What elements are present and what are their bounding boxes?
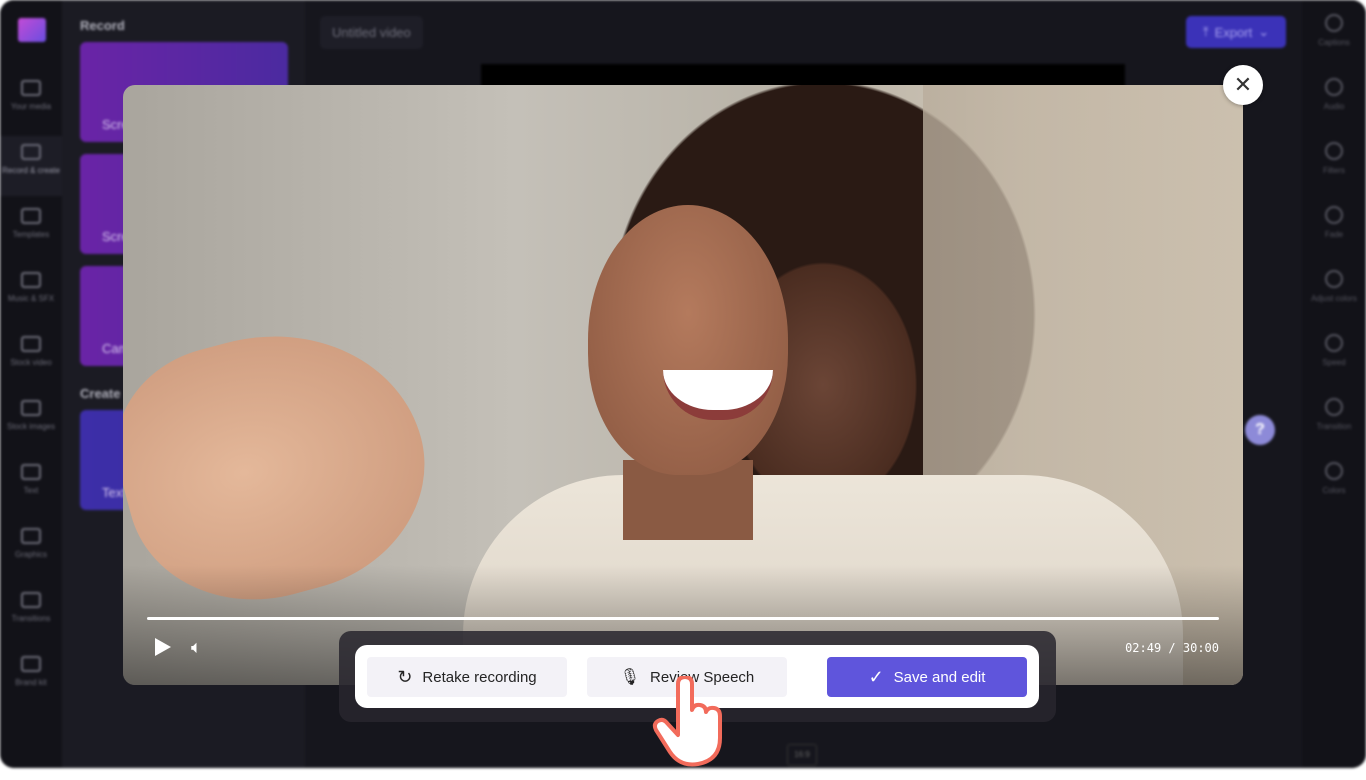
music-icon	[21, 272, 41, 288]
sidebar-item-label: Templates	[12, 230, 50, 239]
hand-pointer-cursor-icon	[652, 676, 722, 767]
image-icon	[21, 400, 41, 416]
sidebar-item-label: Text	[23, 486, 39, 495]
sidebar-item-label: Your media	[10, 102, 52, 111]
sidebar-item-stock-video[interactable]: Stock video	[0, 328, 62, 388]
right-rail-label: Colors	[1322, 486, 1346, 495]
right-properties-rail: Captions Audio Filters Fade Adjust colors Spe…	[1302, 0, 1366, 768]
right-rail-label: Fade	[1324, 230, 1344, 239]
playback-progress-bar[interactable]	[147, 617, 1219, 620]
sidebar-item-transitions[interactable]: Transitions	[0, 584, 62, 644]
right-rail-transition[interactable]: Transition	[1302, 398, 1366, 431]
playback-time: 02:49 / 30:00	[1125, 641, 1219, 655]
sidebar-item-record-create[interactable]: Record & create	[0, 136, 62, 196]
sidebar-item-label: Brand kit	[15, 678, 47, 687]
sidebar-item-graphics[interactable]: Graphics	[0, 520, 62, 580]
right-rail-fade[interactable]: Fade	[1302, 206, 1366, 239]
filters-icon	[1325, 142, 1343, 160]
export-button[interactable]: ⤒ Export ⌄	[1186, 16, 1286, 48]
sidebar-item-label: Music & SFX	[7, 294, 55, 303]
help-button[interactable]: ?	[1245, 415, 1275, 445]
right-rail-colors[interactable]: Colors	[1302, 462, 1366, 495]
sidebar-item-brand-kit[interactable]: Brand kit	[0, 648, 62, 708]
transitions-icon	[21, 592, 41, 608]
retake-icon: ↻	[397, 666, 413, 687]
right-rail-label: Captions	[1318, 38, 1350, 47]
brand-kit-icon	[21, 656, 41, 672]
sidebar-item-music-sfx[interactable]: Music & SFX	[0, 264, 62, 324]
right-rail-label: Adjust colors	[1311, 294, 1357, 303]
retake-label: Retake recording	[422, 668, 537, 686]
right-rail-label: Transition	[1316, 422, 1352, 431]
save-label: Save and edit	[893, 668, 986, 686]
retake-recording-button[interactable]: ↻ Retake recording	[367, 657, 567, 697]
folder-icon	[21, 80, 41, 96]
sidebar-item-label: Record & create	[2, 166, 60, 175]
close-button[interactable]: ✕	[1223, 65, 1263, 105]
captions-icon	[1325, 14, 1343, 32]
right-rail-adjust-colors[interactable]: Adjust colors	[1302, 270, 1366, 303]
templates-icon	[21, 208, 41, 224]
text-icon	[21, 464, 41, 480]
colors-icon	[1325, 462, 1343, 480]
project-title[interactable]: Untitled video	[320, 16, 423, 49]
sidebar-item-label: Stock video	[10, 358, 52, 367]
right-rail-audio[interactable]: Audio	[1302, 78, 1366, 111]
audio-icon	[1325, 78, 1343, 96]
speech-review-icon: 🎙︎	[619, 669, 641, 686]
play-icon[interactable]	[155, 638, 171, 656]
graphics-icon	[21, 528, 41, 544]
right-rail-label: Audio	[1323, 102, 1345, 111]
volume-icon[interactable]: 🔈︎	[191, 637, 202, 658]
sidebar-item-label: Stock images	[6, 422, 56, 431]
record-heading: Record	[80, 18, 125, 33]
aspect-ratio-button[interactable]: 16:9	[787, 744, 817, 766]
speed-icon	[1325, 334, 1343, 352]
right-rail-label: Filters	[1323, 166, 1345, 175]
right-rail-speed[interactable]: Speed	[1302, 334, 1366, 367]
video-camera-icon	[21, 144, 41, 160]
sidebar-item-stock-images[interactable]: Stock images	[0, 392, 62, 452]
sidebar-item-text[interactable]: Text	[0, 456, 62, 516]
clipchamp-logo	[18, 18, 46, 42]
video-frame-person-face	[588, 205, 788, 475]
stock-video-icon	[21, 336, 41, 352]
create-heading: Create	[80, 386, 121, 401]
save-and-edit-button[interactable]: ✓ Save and edit	[827, 657, 1027, 697]
recording-preview-video: 🔈︎ 02:49 / 30:00	[123, 85, 1243, 685]
sidebar-item-your-media[interactable]: Your media	[0, 72, 62, 132]
right-rail-label: Speed	[1322, 358, 1346, 367]
right-rail-filters[interactable]: Filters	[1302, 142, 1366, 175]
upload-icon: ⤒	[1202, 24, 1209, 39]
sidebar-item-label: Graphics	[14, 550, 47, 559]
left-nav-rail: Your media Record & create Templates Music …	[0, 0, 62, 768]
transition-icon	[1325, 398, 1343, 416]
sidebar-item-label: Transitions	[11, 614, 51, 623]
chevron-down-icon: ⌄	[1258, 24, 1270, 39]
export-label: Export	[1214, 24, 1253, 40]
adjust-colors-icon	[1325, 270, 1343, 288]
checkmark-icon: ✓	[868, 666, 884, 687]
sidebar-item-templates[interactable]: Templates	[0, 200, 62, 260]
fade-icon	[1325, 206, 1343, 224]
right-rail-captions[interactable]: Captions	[1302, 14, 1366, 47]
